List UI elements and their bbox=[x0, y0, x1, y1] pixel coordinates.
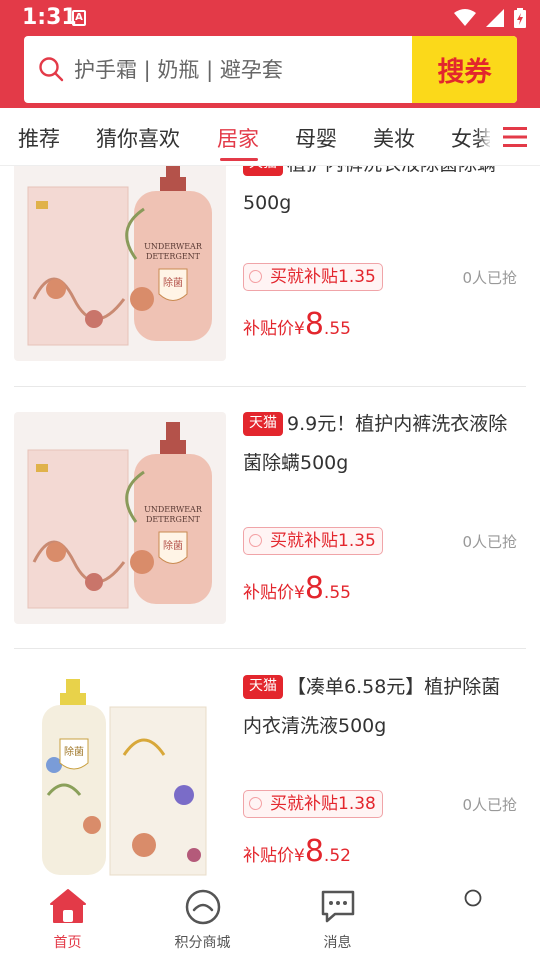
status-time: 1:31 bbox=[22, 5, 77, 30]
tab-guess-you-like[interactable]: 猜你喜欢 bbox=[96, 123, 180, 153]
menu-icon bbox=[503, 127, 527, 147]
product-title[interactable]: 天猫 9.9元！植护内裤洗衣液除菌除螨500g bbox=[243, 405, 513, 483]
tab-beauty[interactable]: 美妆 bbox=[373, 123, 415, 153]
tab-home-living[interactable]: 居家 bbox=[217, 123, 259, 153]
status-bar: 1:31 A bbox=[0, 0, 540, 36]
notification-icon: A bbox=[72, 10, 86, 26]
product-image: UNDERWEAR DETERGENT 除菌 bbox=[14, 412, 226, 624]
svg-text:DETERGENT: DETERGENT bbox=[146, 515, 201, 524]
tmall-badge: 天猫 bbox=[243, 675, 283, 699]
grabbed-count: 0人已抢 bbox=[462, 796, 517, 814]
divider bbox=[14, 648, 526, 649]
product-image: UNDERWEAR DETERGENT 除菌 bbox=[14, 166, 226, 361]
coupon-icon bbox=[249, 270, 262, 283]
home-icon bbox=[49, 889, 86, 923]
product-feed: UNDERWEAR DETERGENT 除菌 天猫植护内裤洗衣液除菌除螨500g… bbox=[0, 166, 540, 880]
tmall-badge: 天猫 bbox=[243, 412, 283, 436]
subsidy-tag: 买就补贴1.38 bbox=[243, 790, 383, 818]
search-bar[interactable]: 护手霜 | 奶瓶 | 避孕套 搜券 bbox=[24, 36, 517, 103]
product-image: 除菌 bbox=[14, 675, 226, 880]
svg-text:UNDERWEAR: UNDERWEAR bbox=[144, 242, 203, 251]
subsidy-price: 补贴价¥8.55 bbox=[243, 307, 351, 342]
svg-text:UNDERWEAR: UNDERWEAR bbox=[144, 505, 203, 514]
points-mall-icon bbox=[185, 889, 220, 925]
active-tab-indicator bbox=[220, 158, 258, 161]
nav-home-label: 首页 bbox=[53, 935, 82, 951]
nav-home[interactable]: 首页 bbox=[0, 880, 135, 960]
message-icon bbox=[321, 890, 354, 923]
wifi-icon bbox=[454, 9, 476, 26]
product-title[interactable]: 天猫植护内裤洗衣液除菌除螨500g bbox=[243, 166, 513, 223]
product-title[interactable]: 天猫 【凑单6.58元】植护除菌内衣清洗液500g bbox=[243, 668, 513, 746]
battery-icon bbox=[514, 8, 526, 28]
search-icon bbox=[39, 57, 64, 82]
product-card[interactable]: UNDERWEAR DETERGENT 除菌 天猫植护内裤洗衣液除菌除螨500g… bbox=[0, 166, 540, 387]
search-coupon-button[interactable]: 搜券 bbox=[412, 36, 517, 103]
product-card[interactable]: 除菌 天猫 【凑单6.58元】植护除菌内衣清洗液500g 买就补贴1.38 0人已… bbox=[0, 650, 540, 880]
subsidy-price: 补贴价¥8.52 bbox=[243, 834, 351, 869]
tmall-badge: 天猫 bbox=[243, 166, 283, 176]
tab-mother-baby[interactable]: 母婴 bbox=[295, 123, 337, 153]
grabbed-count: 0人已抢 bbox=[462, 269, 517, 287]
category-tabs: 推荐 猜你喜欢 居家 母婴 美妆 女装 bbox=[0, 108, 540, 166]
nav-points-mall[interactable]: 积分商城 bbox=[135, 880, 270, 960]
nav-messages-label: 消息 bbox=[323, 935, 352, 951]
search-input[interactable]: 护手霜 | 奶瓶 | 避孕套 bbox=[74, 54, 283, 84]
category-menu-button[interactable] bbox=[490, 108, 540, 165]
svg-text:DETERGENT: DETERGENT bbox=[146, 252, 201, 261]
subsidy-tag: 买就补贴1.35 bbox=[243, 527, 383, 555]
nav-points-mall-label: 积分商城 bbox=[174, 935, 231, 951]
svg-text:除菌: 除菌 bbox=[163, 276, 183, 289]
coupon-icon bbox=[249, 797, 262, 810]
profile-icon bbox=[464, 889, 481, 907]
svg-text:除菌: 除菌 bbox=[163, 539, 183, 552]
grabbed-count: 0人已抢 bbox=[462, 533, 517, 551]
header: 1:31 A 护手霜 | 奶瓶 | 避孕套 搜券 bbox=[0, 0, 540, 108]
svg-text:除菌: 除菌 bbox=[64, 745, 84, 758]
subsidy-price: 补贴价¥8.55 bbox=[243, 571, 351, 606]
tab-womens-clothing[interactable]: 女装 bbox=[451, 123, 493, 153]
bottom-navigation: 首页 积分商城 消息 bbox=[0, 880, 540, 960]
status-icons bbox=[454, 8, 526, 28]
tab-recommend[interactable]: 推荐 bbox=[18, 123, 60, 153]
coupon-icon bbox=[249, 534, 262, 547]
nav-messages[interactable]: 消息 bbox=[270, 880, 405, 960]
subsidy-tag: 买就补贴1.35 bbox=[243, 263, 383, 291]
product-card[interactable]: UNDERWEAR DETERGENT 除菌 天猫 9.9元！植护内裤洗衣液除菌除… bbox=[0, 387, 540, 649]
nav-profile[interactable] bbox=[405, 880, 540, 960]
signal-icon bbox=[486, 9, 504, 27]
